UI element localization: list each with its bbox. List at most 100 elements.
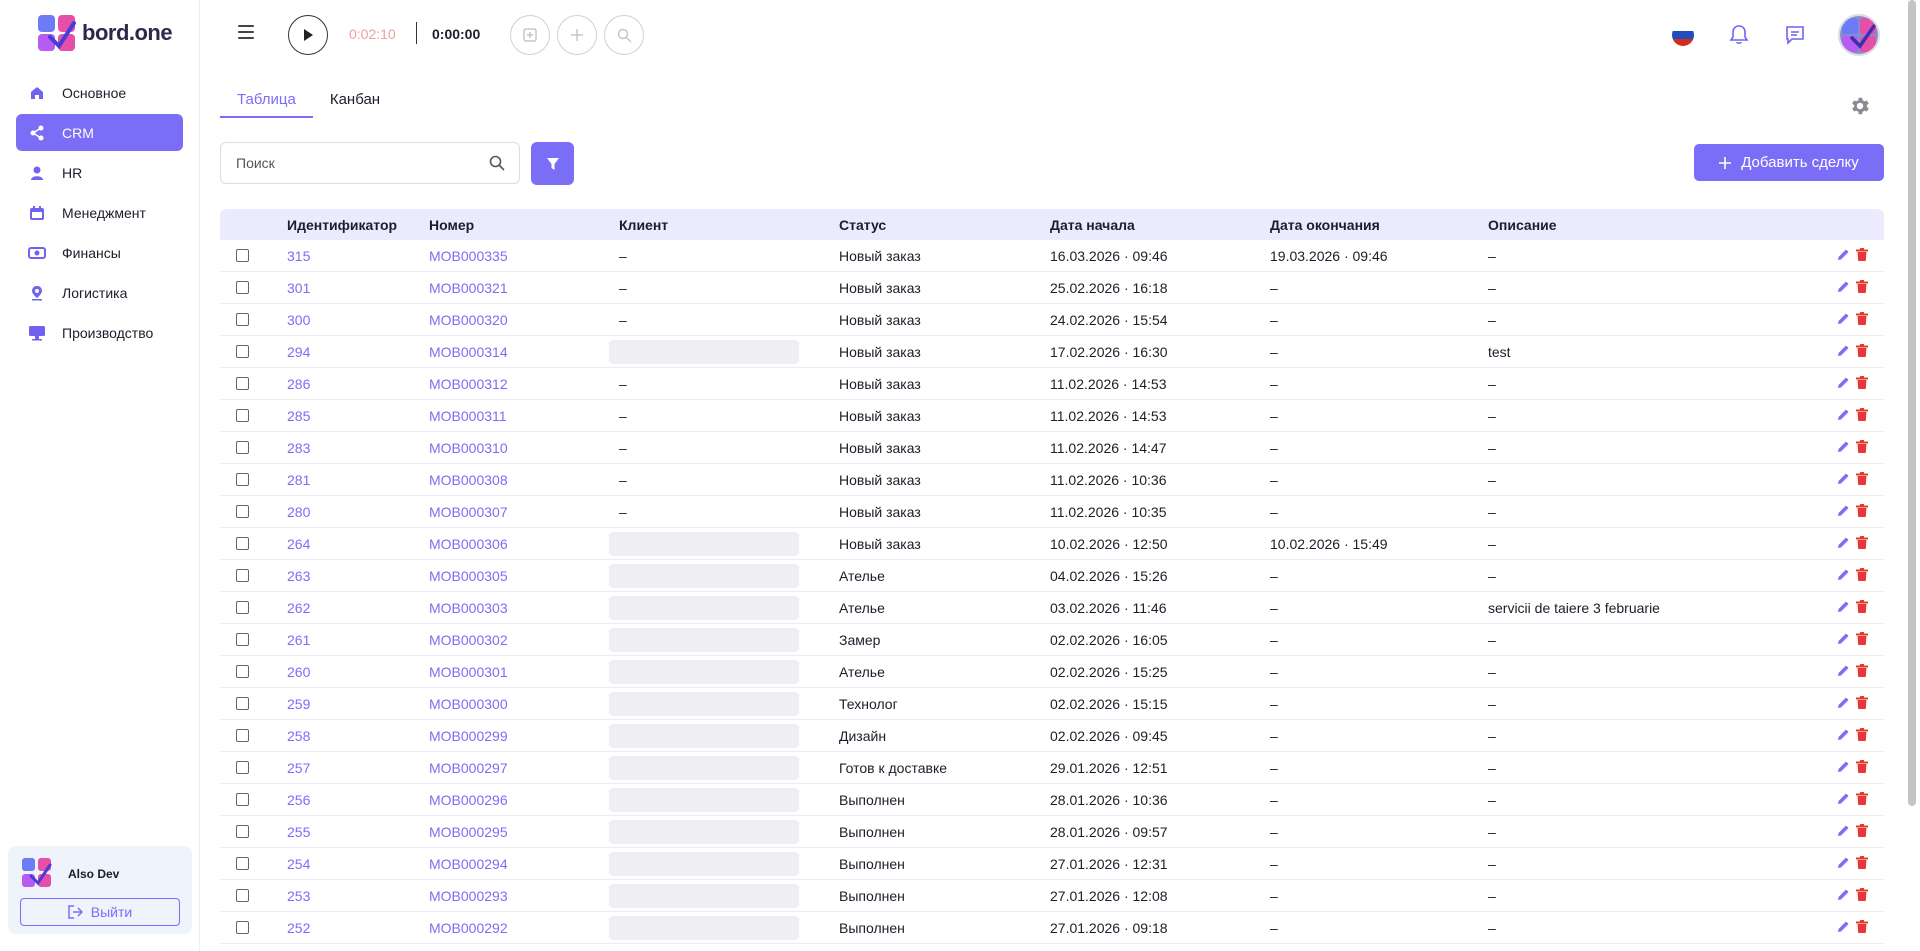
sidebar-item-main[interactable]: Основное	[16, 74, 183, 111]
edit-pencil-icon[interactable]	[1837, 728, 1850, 744]
table-row[interactable]: 294 MOB000314 Новый заказ 17.02.2026 · 16:3…	[220, 336, 1884, 368]
row-checkbox[interactable]	[236, 665, 249, 678]
column-header-number[interactable]: Номер	[429, 209, 474, 240]
row-checkbox[interactable]	[236, 345, 249, 358]
deal-id-link[interactable]: 254	[287, 848, 310, 879]
deal-number-link[interactable]: MOB000294	[429, 848, 508, 879]
sidebar-item-production[interactable]: Производство	[16, 314, 183, 351]
edit-pencil-icon[interactable]	[1837, 760, 1850, 776]
row-checkbox[interactable]	[236, 889, 249, 902]
row-checkbox[interactable]	[236, 249, 249, 262]
column-header-start-date[interactable]: Дата начала	[1050, 209, 1135, 240]
gear-icon[interactable]	[1849, 95, 1871, 117]
edit-pencil-icon[interactable]	[1837, 888, 1850, 904]
deal-number-link[interactable]: MOB000296	[429, 784, 508, 815]
timer-search-button[interactable]	[604, 15, 644, 55]
delete-trash-icon[interactable]	[1856, 503, 1868, 520]
table-row[interactable]: 253 MOB000293 Выполнен 27.01.2026 · 12:08 – –	[220, 880, 1884, 912]
row-checkbox[interactable]	[236, 825, 249, 838]
table-row[interactable]: 257 MOB000297 Готов к доставке 29.01.2026 ·…	[220, 752, 1884, 784]
delete-trash-icon[interactable]	[1856, 279, 1868, 296]
table-row[interactable]: 258 MOB000299 Дизайн 02.02.2026 · 09:45 – –	[220, 720, 1884, 752]
edit-pencil-icon[interactable]	[1837, 344, 1850, 360]
column-header-status[interactable]: Статус	[839, 209, 886, 240]
column-header-end-date[interactable]: Дата окончания	[1270, 209, 1380, 240]
sidebar-item-hr[interactable]: HR	[16, 154, 183, 191]
delete-trash-icon[interactable]	[1856, 343, 1868, 360]
delete-trash-icon[interactable]	[1856, 375, 1868, 392]
delete-trash-icon[interactable]	[1856, 311, 1868, 328]
deal-id-link[interactable]: 263	[287, 560, 310, 591]
table-row[interactable]: 262 MOB000303 Ателье 03.02.2026 · 11:46 – ser…	[220, 592, 1884, 624]
deal-id-link[interactable]: 255	[287, 816, 310, 847]
search-input[interactable]	[221, 143, 471, 183]
filter-button[interactable]	[531, 142, 574, 185]
delete-trash-icon[interactable]	[1856, 919, 1868, 936]
table-row[interactable]: 259 MOB000300 Технолог 02.02.2026 · 15:15 – –	[220, 688, 1884, 720]
table-row[interactable]: 263 MOB000305 Ателье 04.02.2026 · 15:26 – –	[220, 560, 1884, 592]
brand-logo[interactable]: bord.one	[38, 15, 173, 51]
timer-save-button[interactable]	[510, 15, 550, 55]
chat-icon[interactable]	[1784, 24, 1806, 46]
edit-pencil-icon[interactable]	[1837, 664, 1850, 680]
deal-number-link[interactable]: MOB000308	[429, 464, 508, 495]
deal-id-link[interactable]: 261	[287, 624, 310, 655]
row-checkbox[interactable]	[236, 793, 249, 806]
row-checkbox[interactable]	[236, 473, 249, 486]
deal-number-link[interactable]: MOB000335	[429, 240, 508, 271]
table-row[interactable]: 252 MOB000292 Выполнен 27.01.2026 · 09:18 – –	[220, 912, 1884, 944]
deal-id-link[interactable]: 252	[287, 912, 310, 943]
add-deal-button[interactable]: Добавить сделку	[1694, 144, 1884, 181]
table-row[interactable]: 254 MOB000294 Выполнен 27.01.2026 · 12:31 – –	[220, 848, 1884, 880]
edit-pencil-icon[interactable]	[1837, 472, 1850, 488]
search-icon[interactable]	[489, 155, 505, 171]
deal-id-link[interactable]: 281	[287, 464, 310, 495]
language-flag-icon[interactable]	[1672, 24, 1694, 46]
deal-number-link[interactable]: MOB000300	[429, 688, 508, 719]
delete-trash-icon[interactable]	[1856, 663, 1868, 680]
delete-trash-icon[interactable]	[1856, 535, 1868, 552]
edit-pencil-icon[interactable]	[1837, 536, 1850, 552]
deal-id-link[interactable]: 285	[287, 400, 310, 431]
deal-number-link[interactable]: MOB000303	[429, 592, 508, 623]
delete-trash-icon[interactable]	[1856, 887, 1868, 904]
row-checkbox[interactable]	[236, 569, 249, 582]
deal-id-link[interactable]: 286	[287, 368, 310, 399]
table-row[interactable]: 300 MOB000320 – Новый заказ 24.02.2026 · 15:…	[220, 304, 1884, 336]
table-row[interactable]: 261 MOB000302 Замер 02.02.2026 · 16:05 – –	[220, 624, 1884, 656]
column-header-description[interactable]: Описание	[1488, 209, 1557, 240]
column-header-id[interactable]: Идентификатор	[287, 209, 397, 240]
edit-pencil-icon[interactable]	[1837, 632, 1850, 648]
deal-number-link[interactable]: MOB000321	[429, 272, 508, 303]
delete-trash-icon[interactable]	[1856, 727, 1868, 744]
row-checkbox[interactable]	[236, 377, 249, 390]
row-checkbox[interactable]	[236, 313, 249, 326]
table-row[interactable]: 285 MOB000311 – Новый заказ 11.02.2026 · 14:…	[220, 400, 1884, 432]
row-checkbox[interactable]	[236, 921, 249, 934]
delete-trash-icon[interactable]	[1856, 791, 1868, 808]
deal-id-link[interactable]: 301	[287, 272, 310, 303]
deal-number-link[interactable]: MOB000297	[429, 752, 508, 783]
table-row[interactable]: 255 MOB000295 Выполнен 28.01.2026 · 09:57 – –	[220, 816, 1884, 848]
edit-pencil-icon[interactable]	[1837, 600, 1850, 616]
sidebar-item-finance[interactable]: Финансы	[16, 234, 183, 271]
delete-trash-icon[interactable]	[1856, 567, 1868, 584]
row-checkbox[interactable]	[236, 505, 249, 518]
logout-button[interactable]: Выйти	[20, 898, 180, 926]
deal-number-link[interactable]: MOB000293	[429, 880, 508, 911]
deal-id-link[interactable]: 280	[287, 496, 310, 527]
delete-trash-icon[interactable]	[1856, 247, 1868, 264]
table-row[interactable]: 260 MOB000301 Ателье 02.02.2026 · 15:25 – –	[220, 656, 1884, 688]
tab-kanban[interactable]: Канбан	[313, 88, 397, 118]
edit-pencil-icon[interactable]	[1837, 408, 1850, 424]
delete-trash-icon[interactable]	[1856, 823, 1868, 840]
delete-trash-icon[interactable]	[1856, 471, 1868, 488]
row-checkbox[interactable]	[236, 697, 249, 710]
row-checkbox[interactable]	[236, 601, 249, 614]
table-row[interactable]: 286 MOB000312 – Новый заказ 11.02.2026 · 14:…	[220, 368, 1884, 400]
timer-add-button[interactable]	[557, 15, 597, 55]
deal-number-link[interactable]: MOB000305	[429, 560, 508, 591]
table-row[interactable]: 283 MOB000310 – Новый заказ 11.02.2026 · 14:…	[220, 432, 1884, 464]
deal-number-link[interactable]: MOB000299	[429, 720, 508, 751]
deal-id-link[interactable]: 294	[287, 336, 310, 367]
